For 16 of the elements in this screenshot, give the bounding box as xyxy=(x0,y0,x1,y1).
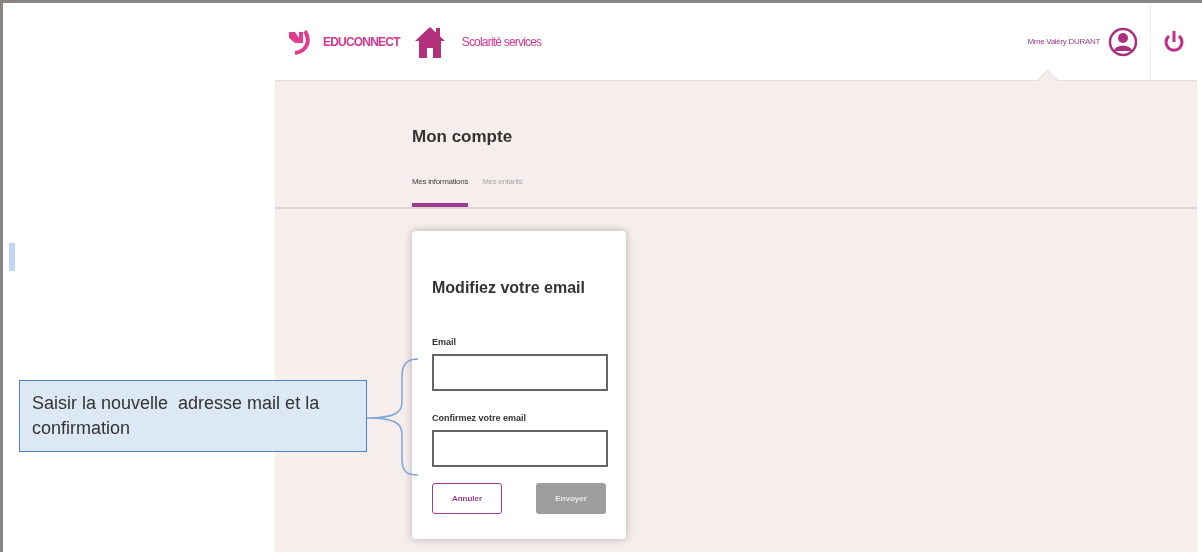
email-field[interactable] xyxy=(432,354,608,391)
cancel-button[interactable]: Annuler xyxy=(432,483,502,514)
brand-name: EDUCONNECT xyxy=(323,34,400,49)
page-title: Mon compte xyxy=(412,127,514,147)
power-icon[interactable] xyxy=(1163,29,1185,54)
service-link[interactable]: Scolarité services xyxy=(461,34,542,49)
field-label: Confirmez votre email xyxy=(432,413,528,423)
dialog-title: Modifiez votre email xyxy=(432,279,586,297)
field-label: Email xyxy=(432,337,457,347)
user-avatar-icon[interactable] xyxy=(1108,26,1138,57)
house-icon xyxy=(413,24,446,59)
logo-icon xyxy=(287,28,311,55)
email-field[interactable] xyxy=(432,430,608,467)
user-name: Mme Valéry DURANT xyxy=(1027,37,1100,46)
callout-text: Saisir la nouvelle adresse mail et la confirmation xyxy=(19,380,367,452)
text-cursor-mark xyxy=(9,243,15,271)
